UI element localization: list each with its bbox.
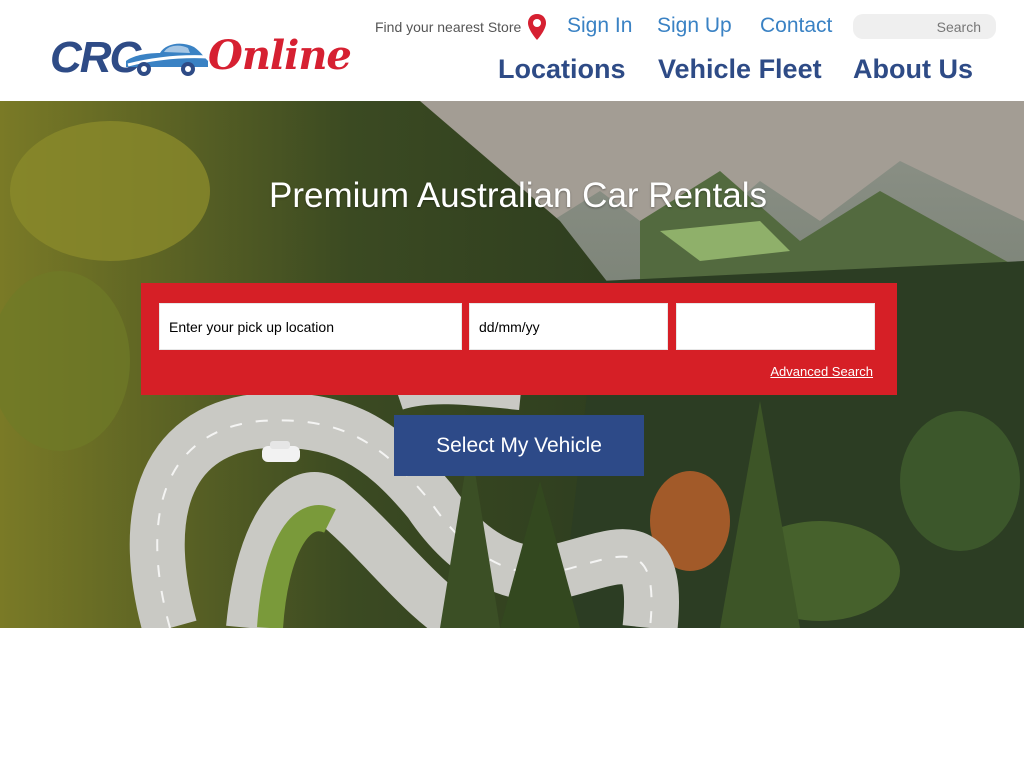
contact-link[interactable]: Contact <box>760 13 832 39</box>
return-date-input[interactable] <box>676 303 875 350</box>
map-pin-icon <box>528 14 547 40</box>
car-logo-icon <box>126 43 209 76</box>
site-header: CRC Online Find your nearest Store Sign … <box>0 0 1024 101</box>
pickup-location-input[interactable] <box>159 303 462 350</box>
hero-title: Premium Australian Car Rentals <box>269 176 767 215</box>
page-body-blank <box>0 628 1024 768</box>
site-logo[interactable]: CRC Online <box>50 32 352 83</box>
sign-in-link[interactable]: Sign In <box>567 13 632 39</box>
booking-search-panel: Advanced Search <box>141 283 897 395</box>
select-my-vehicle-button[interactable]: Select My Vehicle <box>394 415 644 476</box>
pickup-date-input[interactable] <box>469 303 668 350</box>
store-finder-link[interactable]: Find your nearest Store <box>375 14 547 40</box>
store-finder-label: Find your nearest Store <box>375 19 522 35</box>
advanced-search-link[interactable]: Advanced Search <box>770 363 873 380</box>
sign-up-link[interactable]: Sign Up <box>657 13 732 39</box>
nav-locations[interactable]: Locations <box>498 52 626 86</box>
logo-online-text: Online <box>208 32 352 79</box>
nav-about-us[interactable]: About Us <box>853 52 973 86</box>
search-input[interactable] <box>853 14 996 39</box>
hero-banner: Premium Australian Car Rentals Advanced … <box>0 101 1024 628</box>
nav-vehicle-fleet[interactable]: Vehicle Fleet <box>658 52 822 86</box>
